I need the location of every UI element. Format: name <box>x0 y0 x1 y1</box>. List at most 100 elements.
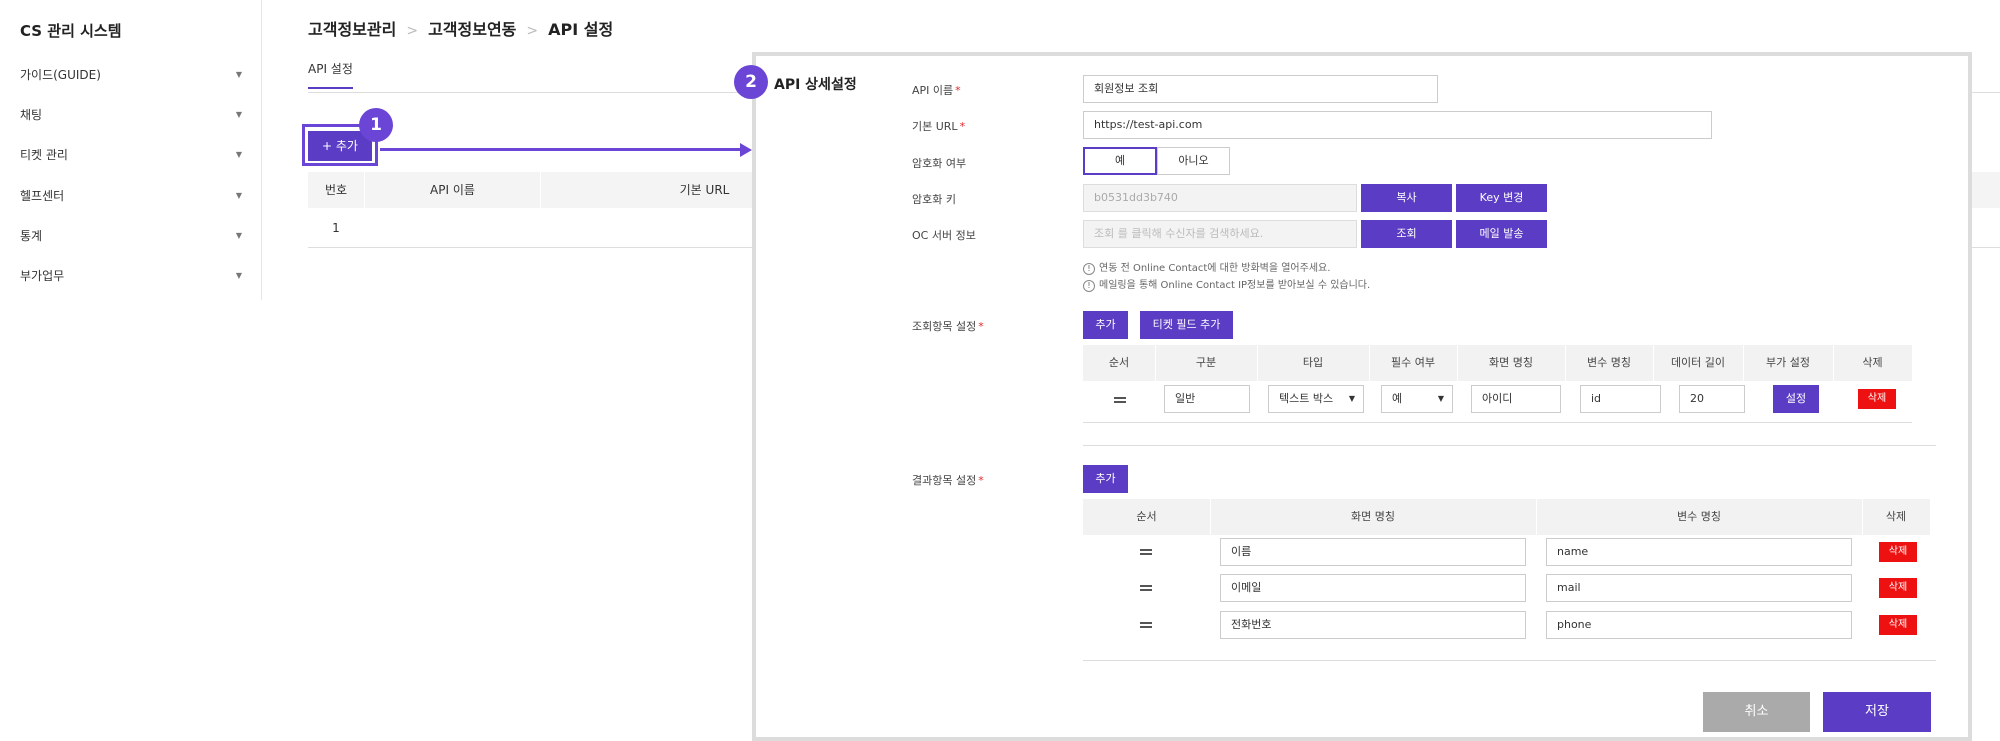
column-header: 삭제 <box>1862 356 1883 369</box>
api-name-input[interactable]: 회원정보 조회 <box>1083 75 1438 103</box>
column-header: 변수 명칭 <box>1587 356 1631 369</box>
chevron-down-icon: ▼ <box>235 231 242 240</box>
drag-handle-icon[interactable] <box>1114 397 1126 403</box>
column-header: 필수 여부 <box>1391 356 1435 369</box>
data-length-input[interactable]: 20 <box>1679 385 1745 413</box>
chevron-down-icon: ▼ <box>235 110 242 119</box>
oc-server-input[interactable]: 조회 를 클릭해 수신자를 검색하세요. <box>1083 220 1357 248</box>
chevron-down-icon: ▼ <box>235 191 242 200</box>
drag-handle-icon[interactable] <box>1140 622 1152 628</box>
chevron-right-icon: > <box>406 23 419 39</box>
sidebar-item-label: 통계 <box>20 229 43 243</box>
column-header: 삭제 <box>1885 510 1907 523</box>
encryption-label: 암호화 여부 <box>912 157 967 170</box>
table-cell: 1 <box>332 221 340 235</box>
column-header: 순서 <box>1108 356 1130 369</box>
breadcrumb-item: API 설정 <box>548 20 614 39</box>
info-icon: ! <box>1083 280 1095 292</box>
delete-button[interactable]: 삭제 <box>1858 389 1896 409</box>
variable-name-input[interactable]: mail <box>1546 574 1852 602</box>
variable-name-input[interactable]: phone <box>1546 611 1852 639</box>
section-divider <box>1083 445 1936 446</box>
category-input[interactable]: 일반 <box>1164 385 1250 413</box>
result-table-header: 순서 화면 명칭 변수 명칭 삭제 <box>1083 499 1930 535</box>
cancel-button[interactable]: 취소 <box>1703 692 1810 732</box>
query-section-label: 조회항목 설정 * <box>912 320 984 333</box>
chevron-down-icon: ▼ <box>235 271 242 280</box>
display-name-input[interactable]: 아이디 <box>1471 385 1561 413</box>
encryption-yes-toggle[interactable]: 예 <box>1083 147 1157 175</box>
app-title: CS 관리 시스템 <box>20 22 122 40</box>
column-header: 부가 설정 <box>1766 356 1810 369</box>
column-header: 순서 <box>1136 510 1157 523</box>
column-header: 타입 <box>1302 356 1324 369</box>
send-mail-button[interactable]: 메일 발송 <box>1456 220 1547 248</box>
drag-handle-icon[interactable] <box>1140 549 1152 555</box>
base-url-input[interactable]: https://test-api.com <box>1083 111 1712 139</box>
column-header: 구분 <box>1195 356 1217 369</box>
sidebar-item-stats[interactable]: 통계 ▼ <box>20 227 242 257</box>
chevron-down-icon: ▼ <box>235 150 242 159</box>
delete-button[interactable]: 삭제 <box>1879 542 1917 562</box>
sidebar-item-label: 헬프센터 <box>20 189 65 203</box>
variable-name-input[interactable]: id <box>1580 385 1661 413</box>
caret-down-icon: ▼ <box>1348 394 1355 403</box>
setting-button[interactable]: 설정 <box>1773 385 1819 413</box>
sidebar-item-extra[interactable]: 부가업무 ▼ <box>20 267 242 297</box>
result-section-label: 결과항목 설정 * <box>912 474 984 487</box>
panel-title: API 상세설정 <box>774 77 857 93</box>
sidebar-item-helpcenter[interactable]: 헬프센터 ▼ <box>20 187 242 217</box>
column-header: 화면 명칭 <box>1351 510 1395 523</box>
type-select[interactable]: 텍스트 박스 ▼ <box>1268 385 1364 413</box>
column-header: 화면 명칭 <box>1489 356 1533 369</box>
breadcrumb-item[interactable]: 고객정보연동 <box>428 20 516 39</box>
display-name-input[interactable]: 이메일 <box>1220 574 1526 602</box>
display-name-input[interactable]: 전화번호 <box>1220 611 1526 639</box>
breadcrumb-item[interactable]: 고객정보관리 <box>308 20 396 39</box>
sidebar: CS 관리 시스템 가이드(GUIDE) ▼ 채팅 ▼ 티켓 관리 ▼ 헬프센터… <box>0 0 262 300</box>
key-change-button[interactable]: Key 변경 <box>1456 184 1547 212</box>
query-add-button[interactable]: 추가 <box>1083 311 1128 339</box>
sidebar-item-label: 가이드(GUIDE) <box>20 68 101 82</box>
sidebar-item-label: 티켓 관리 <box>20 148 68 162</box>
column-header: API 이름 <box>364 172 540 208</box>
api-name-label: API 이름 * <box>912 84 961 97</box>
chevron-right-icon: > <box>526 23 539 39</box>
sidebar-item-label: 채팅 <box>20 108 43 122</box>
row-divider <box>1083 422 1912 423</box>
encryption-no-toggle[interactable]: 아니오 <box>1157 147 1230 175</box>
connector-arrow <box>380 148 742 151</box>
info-note: ! 연동 전 Online Contact에 대한 방화벽을 열어주세요. <box>1083 259 1330 275</box>
delete-button[interactable]: 삭제 <box>1879 578 1917 598</box>
info-icon: ! <box>1083 263 1095 275</box>
oc-server-label: OC 서버 정보 <box>912 229 976 242</box>
drag-handle-icon[interactable] <box>1140 585 1152 591</box>
section-divider <box>1083 660 1936 661</box>
info-note: ! 메일링을 통해 Online Contact IP정보를 받아보실 수 있습니… <box>1083 276 1370 292</box>
column-header: 데이터 길이 <box>1670 356 1726 369</box>
search-button[interactable]: 조회 <box>1361 220 1452 248</box>
encryption-key-input: b0531dd3b740 <box>1083 184 1357 212</box>
breadcrumb: 고객정보관리 > 고객정보연동 > API 설정 <box>308 16 613 40</box>
sidebar-item-chat[interactable]: 채팅 ▼ <box>20 106 242 136</box>
query-table-header: 순서 구분 타입 필수 여부 화면 명칭 변수 명칭 데이터 길이 부가 설정 … <box>1083 345 1912 381</box>
variable-name-input[interactable]: name <box>1546 538 1852 566</box>
save-button[interactable]: 저장 <box>1823 692 1931 732</box>
sidebar-item-label: 부가업무 <box>20 269 65 283</box>
step-badge-1: 1 <box>359 108 393 142</box>
copy-button[interactable]: 복사 <box>1361 184 1452 212</box>
display-name-input[interactable]: 이름 <box>1220 538 1526 566</box>
step-badge-2: 2 <box>734 65 768 99</box>
chevron-down-icon: ▼ <box>235 70 242 79</box>
encryption-key-label: 암호화 키 <box>912 193 956 206</box>
add-ticket-field-button[interactable]: 티켓 필드 추가 <box>1140 311 1233 339</box>
base-url-label: 기본 URL * <box>912 120 966 133</box>
tab-api-settings[interactable]: API 설정 <box>308 60 353 89</box>
sidebar-item-guide[interactable]: 가이드(GUIDE) ▼ <box>20 66 242 96</box>
sidebar-item-ticket[interactable]: 티켓 관리 ▼ <box>20 146 242 176</box>
required-select[interactable]: 예 ▼ <box>1381 385 1453 413</box>
column-header: 변수 명칭 <box>1677 510 1721 523</box>
result-add-button[interactable]: 추가 <box>1083 465 1128 493</box>
delete-button[interactable]: 삭제 <box>1879 615 1917 635</box>
caret-down-icon: ▼ <box>1437 394 1444 403</box>
